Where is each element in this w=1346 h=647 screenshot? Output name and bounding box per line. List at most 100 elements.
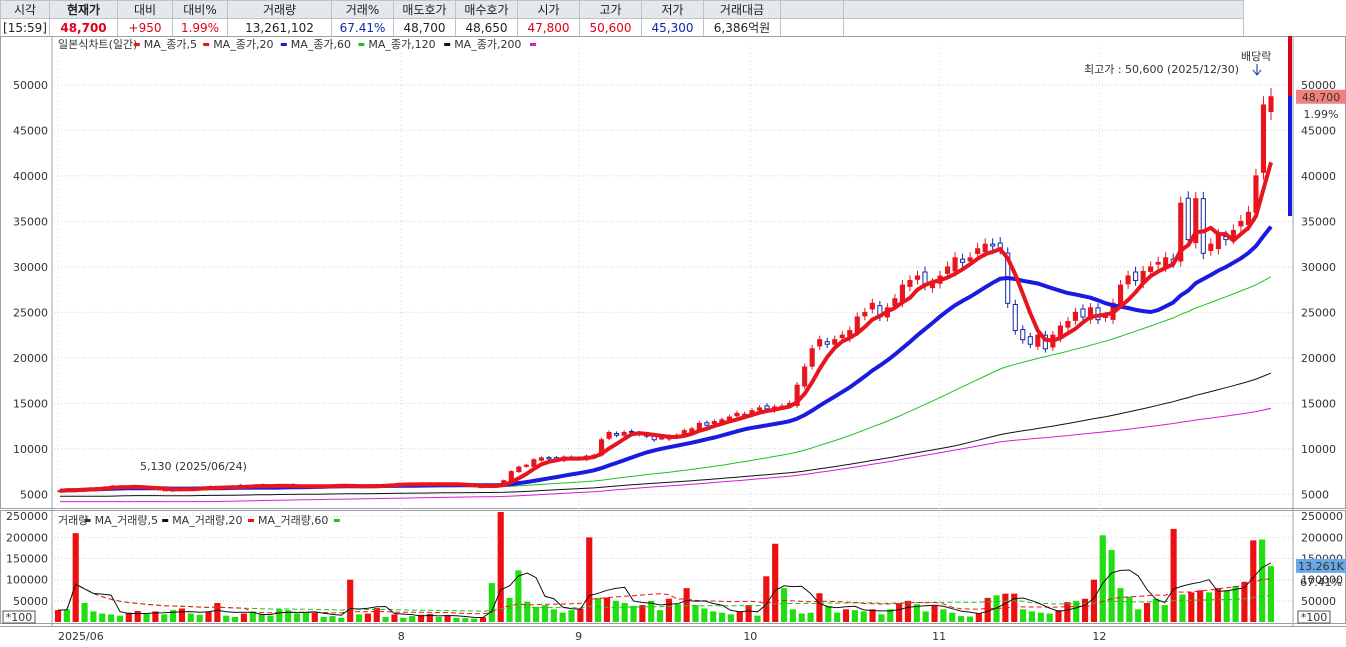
- volume-bar: [1117, 588, 1124, 622]
- volume-bar: [90, 611, 97, 622]
- volume-bar: [798, 613, 805, 622]
- legend-swatch: [280, 43, 287, 46]
- ex-dividend-annotation: 배당락: [1241, 50, 1271, 63]
- volume-bar: [1099, 535, 1106, 622]
- candle-body: [967, 257, 973, 262]
- header-high: 고가: [579, 0, 642, 19]
- price-tick-label-right: 10000: [1301, 443, 1336, 456]
- candle-body: [1133, 271, 1139, 282]
- header-current-price: 현재가: [49, 0, 118, 19]
- candle-body: [832, 339, 838, 345]
- legend-swatch: [333, 519, 340, 522]
- volume-legend: 거래량 MA_거래량,5 MA_거래량,20 MA_거래량,60: [58, 514, 340, 527]
- candle-body: [538, 457, 544, 461]
- value-turnover: 6,386억원: [703, 18, 781, 37]
- candle-body: [802, 366, 808, 387]
- legend-item: MA_종가,5: [144, 38, 197, 51]
- volume-bar: [745, 605, 752, 622]
- volume-bar: [966, 616, 974, 622]
- volume-badge: 13.261K: [1298, 560, 1344, 573]
- volume-bar: [1161, 605, 1168, 622]
- x-tick-label: 8: [398, 630, 405, 643]
- volume-bar: [1197, 590, 1204, 622]
- unit-label-right: *100: [1301, 611, 1328, 624]
- x-tick-label: 9: [575, 630, 582, 643]
- candle-body: [756, 407, 763, 411]
- volume-bar: [134, 611, 141, 622]
- volume-bar: [586, 537, 593, 622]
- price-tick-label-right: 5000: [1301, 488, 1329, 501]
- legend-item: MA_종가,60: [291, 38, 351, 51]
- volume-bar: [1011, 593, 1018, 622]
- legend-swatch: [203, 43, 210, 46]
- candle-body: [869, 302, 875, 310]
- volume-bar: [462, 618, 469, 622]
- volume-bar: [311, 612, 318, 622]
- candle-body: [1215, 234, 1221, 250]
- candle-body: [704, 422, 710, 426]
- volume-bar: [727, 614, 734, 622]
- volume-bar: [258, 614, 265, 622]
- candle-body: [862, 311, 868, 317]
- legend-swatch: [530, 43, 536, 46]
- candle-body: [990, 243, 996, 247]
- volume-bar: [612, 600, 619, 622]
- volume-bar: [656, 610, 664, 622]
- x-tick-label: 10: [743, 630, 757, 643]
- volume-bar: [1143, 602, 1151, 622]
- volume-bar: [878, 614, 885, 622]
- volume-bar: [763, 576, 770, 622]
- volume-bar: [1223, 590, 1230, 622]
- volume-bar: [1090, 579, 1097, 622]
- legend-swatch: [84, 519, 91, 522]
- volume-bar: [400, 617, 407, 622]
- volume-bar: [931, 605, 938, 622]
- volume-bar: [223, 615, 230, 622]
- volume-bar: [471, 618, 478, 622]
- volume-bar: [302, 612, 309, 622]
- price-legend: 일본식차트(일간) MA_종가,5 MA_종가,20 MA_종가,60 MA_종가,12…: [58, 37, 536, 51]
- candle-body: [952, 257, 958, 272]
- volume-bar: [1126, 596, 1133, 622]
- volume-bar: [559, 612, 566, 622]
- volume-bar: [338, 617, 345, 622]
- price-tick-label-right: 40000: [1301, 170, 1336, 183]
- volume-bar: [958, 616, 965, 622]
- candle-body: [621, 431, 627, 436]
- volume-bar: [639, 605, 646, 622]
- volume-bar: [1250, 540, 1257, 622]
- volume-bar: [789, 609, 796, 622]
- volume-pct-badge: 67.41%: [1300, 576, 1342, 589]
- volume-tick-label-left: 150000: [6, 553, 48, 566]
- volume-bar: [940, 609, 947, 622]
- volume-bar: [125, 612, 132, 622]
- volume-bar: [1205, 592, 1213, 622]
- candle-body: [1035, 334, 1041, 347]
- volume-bar: [196, 614, 203, 622]
- legend-item: MA_거래량,60: [258, 514, 328, 527]
- volume-bar: [842, 609, 850, 622]
- stock-chart[interactable]: 5000 5000 10000 10000 15000 15000 20000 20000 25…: [0, 36, 1346, 647]
- low-price-annotation: 5,130 (2025/06/24): [140, 460, 247, 473]
- volume-bar: [488, 583, 495, 622]
- volume-bar: [364, 613, 371, 622]
- price-tick-label-right: 45000: [1301, 124, 1336, 137]
- price-tick-label-right: 30000: [1301, 261, 1336, 274]
- volume-bar: [851, 610, 858, 622]
- volume-bar: [621, 602, 628, 622]
- candle-body: [824, 341, 830, 345]
- value-empty: [780, 18, 844, 37]
- header-time: 시각: [0, 0, 50, 19]
- candle-body: [531, 459, 537, 467]
- value-bid: 48,650: [455, 18, 518, 37]
- legend-item: MA_종가,120: [368, 38, 435, 51]
- volume-bar: [718, 612, 726, 622]
- volume-bar: [187, 613, 194, 622]
- volume-bar: [382, 616, 389, 622]
- volume-bar: [276, 609, 283, 622]
- candle-body: [614, 433, 620, 436]
- price-tick-label-left: 10000: [13, 443, 48, 456]
- volume-bar: [205, 611, 212, 622]
- volume-bar: [1046, 613, 1053, 622]
- legend-swatch: [358, 43, 365, 46]
